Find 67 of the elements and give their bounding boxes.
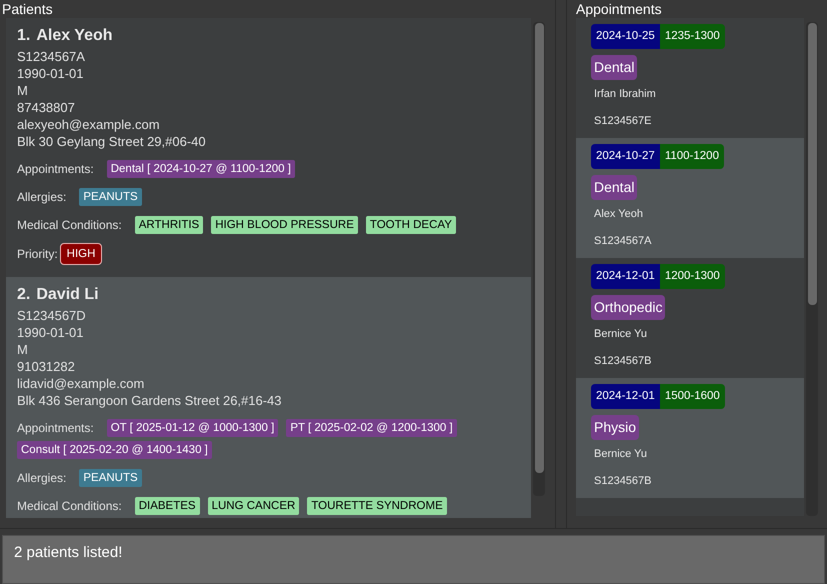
home-address: Blk 30 Geylang Street 29,#06-40 [17, 133, 207, 150]
patient-nric: S1234567A [17, 48, 86, 65]
date-chip: 2024-12-01 [591, 384, 660, 409]
panel-title: Patients [1, 0, 54, 18]
condition-tag: TOURETTE SYNDROME [307, 497, 447, 515]
patient-name: Alex Yeoh [594, 207, 643, 222]
phone-number: 91031282 [17, 358, 76, 375]
field-label: Appointments: [17, 161, 94, 178]
condition-tag: LUNG CANCER [208, 497, 300, 515]
condition-tag: ARTHRITIS [134, 216, 204, 234]
appointment-tag: PT [ 2025-02-02 @ 1200-1300 ] [286, 419, 457, 437]
patient-name: Alex Yeoh [36, 26, 113, 46]
patient-nric: S1234567A [594, 234, 652, 249]
patient-nric: S1234567B [594, 354, 652, 369]
field-label: Medical Conditions: [17, 498, 122, 515]
patient-index: 1. [17, 26, 30, 46]
patient-card[interactable] [6, 277, 531, 518]
date-chip: 2024-10-27 [591, 144, 660, 169]
patient-sex: M [17, 82, 29, 99]
field-label: Appointments: [17, 420, 94, 437]
scrollbar[interactable] [533, 22, 545, 496]
patient-nric: S1234567E [594, 114, 652, 129]
condition-tag: HIGH BLOOD PRESSURE [211, 216, 358, 234]
patient-name: Bernice Yu [594, 447, 648, 462]
time-chip: 1500-1600 [660, 384, 725, 409]
field-label: Medical Conditions: [17, 217, 122, 234]
phone-number: 87438807 [17, 99, 76, 116]
date-chip: 2024-10-25 [591, 24, 660, 49]
date-chip: 2024-12-01 [591, 264, 660, 289]
patient-name: David Li [36, 285, 99, 305]
patient-card[interactable] [6, 18, 531, 277]
appointment-type: Physio [591, 415, 640, 440]
time-chip: 1200-1300 [660, 264, 725, 289]
time-chip: 1100-1200 [660, 144, 724, 169]
appointment-tag: Consult [ 2025-02-20 @ 1400-1430 ] [17, 441, 212, 459]
appointment-tag: OT [ 2025-01-12 @ 1000-1300 ] [106, 419, 278, 437]
scrollbar-thumb[interactable] [808, 23, 816, 305]
appointment-tag: Dental [ 2024-10-27 @ 1100-1200 ] [106, 160, 295, 178]
email-address: alexyeoh@example.com [17, 116, 161, 133]
priority-tag: HIGH [60, 243, 102, 265]
patient-index: 2. [17, 285, 30, 305]
scrollbar[interactable] [806, 22, 818, 516]
time-chip: 1235-1300 [660, 24, 725, 49]
patient-sex: M [17, 341, 29, 358]
appointment-type: Orthopedic [591, 295, 666, 320]
allergy-tag: PEANUTS [79, 188, 142, 206]
field-label: Priority: [17, 246, 58, 263]
allergy-tag: PEANUTS [79, 469, 142, 487]
patient-name: Bernice Yu [594, 327, 648, 342]
appointment-type: Dental [591, 175, 638, 200]
home-address: Blk 436 Serangoon Gardens Street 26,#16-43 [17, 392, 283, 409]
appointment-card[interactable]: 2024-10-27 1100-1200 Dental Alex Yeoh S1234567A [576, 138, 804, 258]
appointment-card[interactable]: 2024-12-01 1500-1600 Physio Bernice Yu S1234567B [576, 378, 804, 498]
scrollbar-thumb[interactable] [534, 23, 544, 473]
appointment-type: Dental [591, 55, 638, 80]
patient-nric: S1234567D [17, 307, 87, 324]
birth-date: 1990-01-01 [17, 324, 84, 341]
panel-title: Appointments [576, 0, 663, 18]
email-address: lidavid@example.com [17, 375, 146, 392]
patient-nric: S1234567B [594, 474, 652, 489]
field-label: Allergies: [17, 470, 66, 487]
result-display: 2 patients listed! [2, 535, 825, 584]
field-label: Allergies: [17, 189, 66, 206]
condition-tag: TOOTH DECAY [366, 216, 456, 234]
birth-date: 1990-01-01 [17, 65, 84, 82]
condition-tag: DIABETES [134, 497, 200, 515]
patient-name: Irfan Ibrahim [594, 87, 656, 102]
